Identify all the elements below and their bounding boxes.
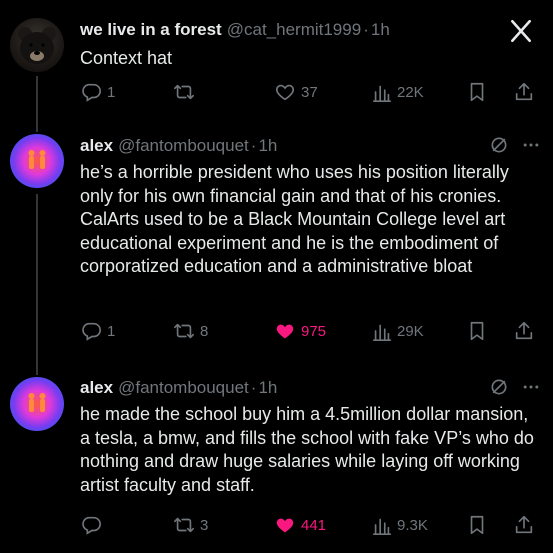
more-icon[interactable] [518,132,544,158]
separator-dot: · [250,378,257,397]
timestamp[interactable]: 1h [258,378,277,398]
tweet-3[interactable]: alex @fantombouquet · 1h he made the sch… [0,361,553,553]
reply-icon [82,322,101,341]
view-count: 29K [397,322,424,340]
view-count: 22K [397,83,424,101]
heart-outline-icon [275,84,295,101]
heart-filled-icon [276,518,294,533]
thread-line [36,194,38,361]
tweet-text: Context hat [80,48,173,68]
tweet-header: we live in a forest @cat_hermit1999 · 1h [80,18,543,42]
display-name[interactable]: alex [80,136,113,156]
share-button[interactable] [513,320,535,342]
action-bar: 3 441 9.3K [80,513,539,537]
retweet-count: 8 [200,322,209,340]
thread-line [36,118,38,132]
retweet-button[interactable]: 3 [173,514,208,536]
views-chart-icon [372,85,392,102]
timestamp[interactable]: 1h [258,136,277,156]
grok-icon[interactable] [486,374,512,400]
retweet-icon [174,84,194,100]
grok-icon[interactable] [486,132,512,158]
view-count: 9.3K [397,516,428,534]
bookmark-button[interactable] [467,81,487,103]
retweet-icon [174,323,194,339]
share-button[interactable] [513,514,535,536]
user-handle[interactable]: @cat_hermit1999 [227,20,361,40]
like-count: 441 [301,516,327,534]
reply-count: 1 [107,83,116,101]
like-count: 37 [301,83,318,101]
reply-button[interactable]: 1 [80,320,115,342]
views-chart-icon [372,518,392,535]
avatar[interactable] [10,134,64,188]
avatar[interactable] [10,18,64,72]
bookmark-icon [470,321,484,341]
like-button[interactable]: 37 [274,81,318,103]
share-button[interactable] [513,81,535,103]
bookmark-button[interactable] [467,320,487,342]
retweet-button[interactable] [173,81,200,103]
separator-dot: · [363,20,369,39]
separator-dot: · [250,136,257,155]
share-icon [515,82,533,101]
action-bar: 1 37 22K [80,80,539,104]
user-handle[interactable]: @fantombouquet [118,378,249,398]
action-bar: 1 8 975 29K [80,319,539,343]
tweet-text: he made the school buy him a 4.5million … [80,404,534,495]
views-button[interactable]: 29K [372,320,424,342]
tweet-header: alex @fantombouquet · 1h [80,376,543,400]
tweet-header: alex @fantombouquet · 1h [80,134,543,158]
views-chart-icon [372,324,392,341]
reply-button[interactable]: 1 [80,81,115,103]
thread-line [36,361,38,375]
reply-count: 1 [107,322,116,340]
display-name[interactable]: we live in a forest [80,20,222,40]
bookmark-icon [470,515,484,535]
share-icon [515,321,533,340]
thread-line [36,76,38,118]
share-icon [515,515,533,534]
timestamp[interactable]: 1h [371,20,390,40]
views-button[interactable]: 9.3K [372,514,428,536]
retweet-button[interactable]: 8 [173,320,208,342]
more-icon[interactable] [518,374,544,400]
views-button[interactable]: 22K [372,81,424,103]
tweet-1[interactable]: we live in a forest @cat_hermit1999 · 1h… [0,0,553,118]
display-name[interactable]: alex [80,378,113,398]
tweet-text: he’s a horrible president who uses his p… [80,162,509,276]
reply-icon [82,516,101,535]
reply-button[interactable] [80,514,107,536]
like-button[interactable]: 975 [274,320,326,342]
retweet-icon [174,517,194,533]
user-handle[interactable]: @fantombouquet [118,136,249,156]
retweet-count: 3 [200,516,209,534]
bookmark-button[interactable] [467,514,487,536]
heart-filled-icon [276,324,294,339]
reply-icon [82,83,101,102]
like-button[interactable]: 441 [274,514,326,536]
bookmark-icon [470,82,484,102]
avatar[interactable] [10,377,64,431]
like-count: 975 [301,322,327,340]
tweet-2[interactable]: alex @fantombouquet · 1h he’s a horrible… [0,118,553,361]
